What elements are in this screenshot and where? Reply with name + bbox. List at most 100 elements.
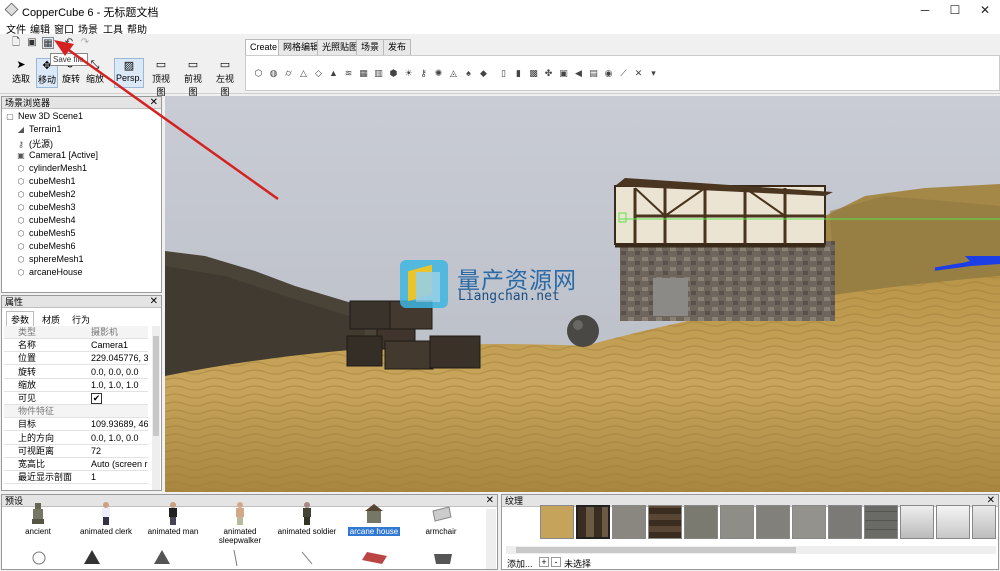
texture-stone[interactable]: [612, 505, 646, 539]
property-row[interactable]: 最近显示剖面 1: [4, 471, 148, 485]
texture-rock[interactable]: [684, 505, 718, 539]
water-icon[interactable]: ≋: [343, 68, 354, 79]
grass-icon[interactable]: ✤: [543, 68, 554, 79]
particle-icon[interactable]: ✺: [433, 68, 444, 79]
preset-animated-sleepwalker[interactable]: animated sleepwalker: [209, 501, 271, 545]
tree-item-sphere[interactable]: ⬡ sphereMesh1: [16, 254, 84, 264]
preset-animated-soldier[interactable]: animated soldier: [276, 501, 338, 536]
property-key: 类型: [18, 327, 37, 337]
add-texture-button[interactable]: 添加...: [507, 557, 533, 570]
property-row[interactable]: 名称 Camera1: [4, 339, 148, 353]
overlay-icon[interactable]: ▮: [513, 68, 524, 79]
property-value[interactable]: 1: [91, 471, 148, 484]
property-value[interactable]: Camera1: [91, 339, 148, 352]
property-value[interactable]: 1.0, 1.0, 1.0: [91, 379, 148, 392]
globe-icon[interactable]: ◉: [603, 68, 614, 79]
statue-icon: [27, 501, 49, 525]
presets-scrollbar[interactable]: [486, 509, 496, 569]
property-key: 位置: [18, 353, 37, 364]
tree-item-cube6[interactable]: ⬡ cubeMesh6: [16, 241, 76, 251]
billboard-icon[interactable]: ▥: [373, 68, 384, 79]
property-row[interactable]: 宽高比 Auto (screen re: [4, 458, 148, 471]
close-icon[interactable]: ✕: [150, 296, 158, 308]
texture-sky3[interactable]: [972, 505, 996, 539]
texture-sand[interactable]: [540, 505, 574, 539]
preset-animated-clerk[interactable]: animated clerk: [75, 501, 137, 536]
more-dropdown-icon[interactable]: ▾: [648, 68, 659, 79]
tree-icon[interactable]: ♠: [463, 68, 474, 79]
clerk-icon: [95, 501, 117, 525]
preset-armchair[interactable]: armchair: [410, 501, 472, 536]
property-row[interactable]: 可见 ✔: [4, 392, 148, 405]
text-icon[interactable]: ◬: [448, 68, 459, 79]
skybox-icon[interactable]: ▦: [358, 68, 369, 79]
visible-checkbox[interactable]: ✔: [91, 393, 102, 404]
texture-sky2[interactable]: [936, 505, 970, 539]
soldier-icon: [296, 501, 318, 525]
property-value[interactable]: 109.93689, 46.0: [91, 418, 148, 431]
terrain-icon[interactable]: ▲: [328, 68, 339, 79]
maximize-button[interactable]: ☐: [940, 0, 970, 20]
texture-tiles[interactable]: [864, 505, 898, 539]
property-row[interactable]: 缩放 1.0, 1.0, 1.0: [4, 379, 148, 392]
presets-panel: 预设 ✕ ancient animated clerk animated man …: [1, 494, 498, 570]
preset-ancient[interactable]: ancient: [7, 501, 69, 536]
image-icon[interactable]: ▩: [528, 68, 539, 79]
texture-concrete[interactable]: [792, 505, 826, 539]
property-value[interactable]: 72: [91, 445, 148, 458]
watermark-logo-icon: [400, 260, 448, 308]
tree-item-cube5[interactable]: ⬡ cubeMesh5: [16, 228, 76, 238]
ribbon-tabs: Create 网格编辑 光照贴图 场景 发布: [245, 39, 1000, 55]
create-panel: ⬡ ◍ ⌭ △ ◇ ▲ ≋ ▦ ▥ ⬢ ☀ ⚷ ✺ ◬ ♠ ◆ ▯ ▮ ▩ ✤ …: [245, 55, 1000, 91]
preset-animated-man[interactable]: animated man: [142, 501, 204, 536]
close-button[interactable]: ✕: [970, 0, 1000, 20]
scrollbar-thumb[interactable]: [153, 336, 159, 436]
tab-material[interactable]: 材质: [38, 312, 64, 327]
tree-item-house[interactable]: ⬡ arcaneHouse: [16, 267, 83, 277]
tab-publish[interactable]: 发布: [383, 39, 412, 55]
property-row[interactable]: 可视距离 72: [4, 445, 148, 458]
property-row[interactable]: 上的方向 0.0, 1.0, 0.0: [4, 432, 148, 445]
property-row[interactable]: 类型 摄影机: [4, 326, 148, 339]
add-button[interactable]: +: [539, 557, 549, 567]
preset-arcane-house[interactable]: arcane house: [343, 501, 405, 536]
texture-sky1[interactable]: [900, 505, 934, 539]
property-key: 旋转: [18, 366, 37, 377]
textures-scrollbar-thumb[interactable]: [516, 547, 796, 553]
property-row[interactable]: 位置 229.045776, 38: [4, 352, 148, 366]
texture-gravel[interactable]: [720, 505, 754, 539]
texture-cobble[interactable]: [756, 505, 790, 539]
remove-button[interactable]: -: [551, 557, 561, 567]
light-icon[interactable]: ☀: [403, 68, 414, 79]
texture-asphalt[interactable]: [828, 505, 862, 539]
property-row[interactable]: 旋转 0.0, 0.0, 0.0: [4, 366, 148, 379]
key-icon[interactable]: ⚷: [418, 68, 429, 79]
joint-icon[interactable]: ✕: [633, 68, 644, 79]
tab-scene[interactable]: 场景: [356, 39, 385, 55]
camera-icon[interactable]: ▣: [558, 68, 569, 79]
close-icon[interactable]: ✕: [486, 495, 494, 507]
button-2d-icon[interactable]: ▯: [498, 68, 509, 79]
line-icon[interactable]: ⟋: [618, 68, 629, 79]
plane-icon[interactable]: ◇: [313, 68, 324, 79]
property-value[interactable]: 0.0, 1.0, 0.0: [91, 432, 148, 445]
html-overlay-icon[interactable]: ▤: [588, 68, 599, 79]
tree-item-cube4[interactable]: ⬡ cubeMesh4: [16, 215, 76, 225]
sound-icon[interactable]: ◀: [573, 68, 584, 79]
texture-crate[interactable]: [648, 505, 682, 539]
tab-behavior[interactable]: 行为: [68, 312, 94, 327]
property-value[interactable]: 0.0, 0.0, 0.0: [91, 366, 148, 379]
property-key: 缩放: [18, 379, 37, 390]
textures-panel: 纹理 ✕ 添加... + - 未选择: [501, 494, 999, 570]
path-icon[interactable]: ◆: [478, 68, 489, 79]
minimize-button[interactable]: ─: [910, 0, 940, 20]
texture-wood-box[interactable]: [576, 505, 610, 539]
mesh-icon: ⬡: [17, 242, 25, 251]
mesh-icon[interactable]: ⬢: [388, 68, 399, 79]
mesh-icon: ⬡: [17, 216, 25, 225]
property-value[interactable]: Auto (screen re: [91, 458, 148, 471]
property-value[interactable]: 229.045776, 38: [91, 352, 148, 365]
property-value[interactable]: 摄影机: [91, 326, 148, 339]
property-key: 上的方向: [18, 432, 55, 443]
property-row[interactable]: 目标 109.93689, 46.0: [4, 418, 148, 432]
